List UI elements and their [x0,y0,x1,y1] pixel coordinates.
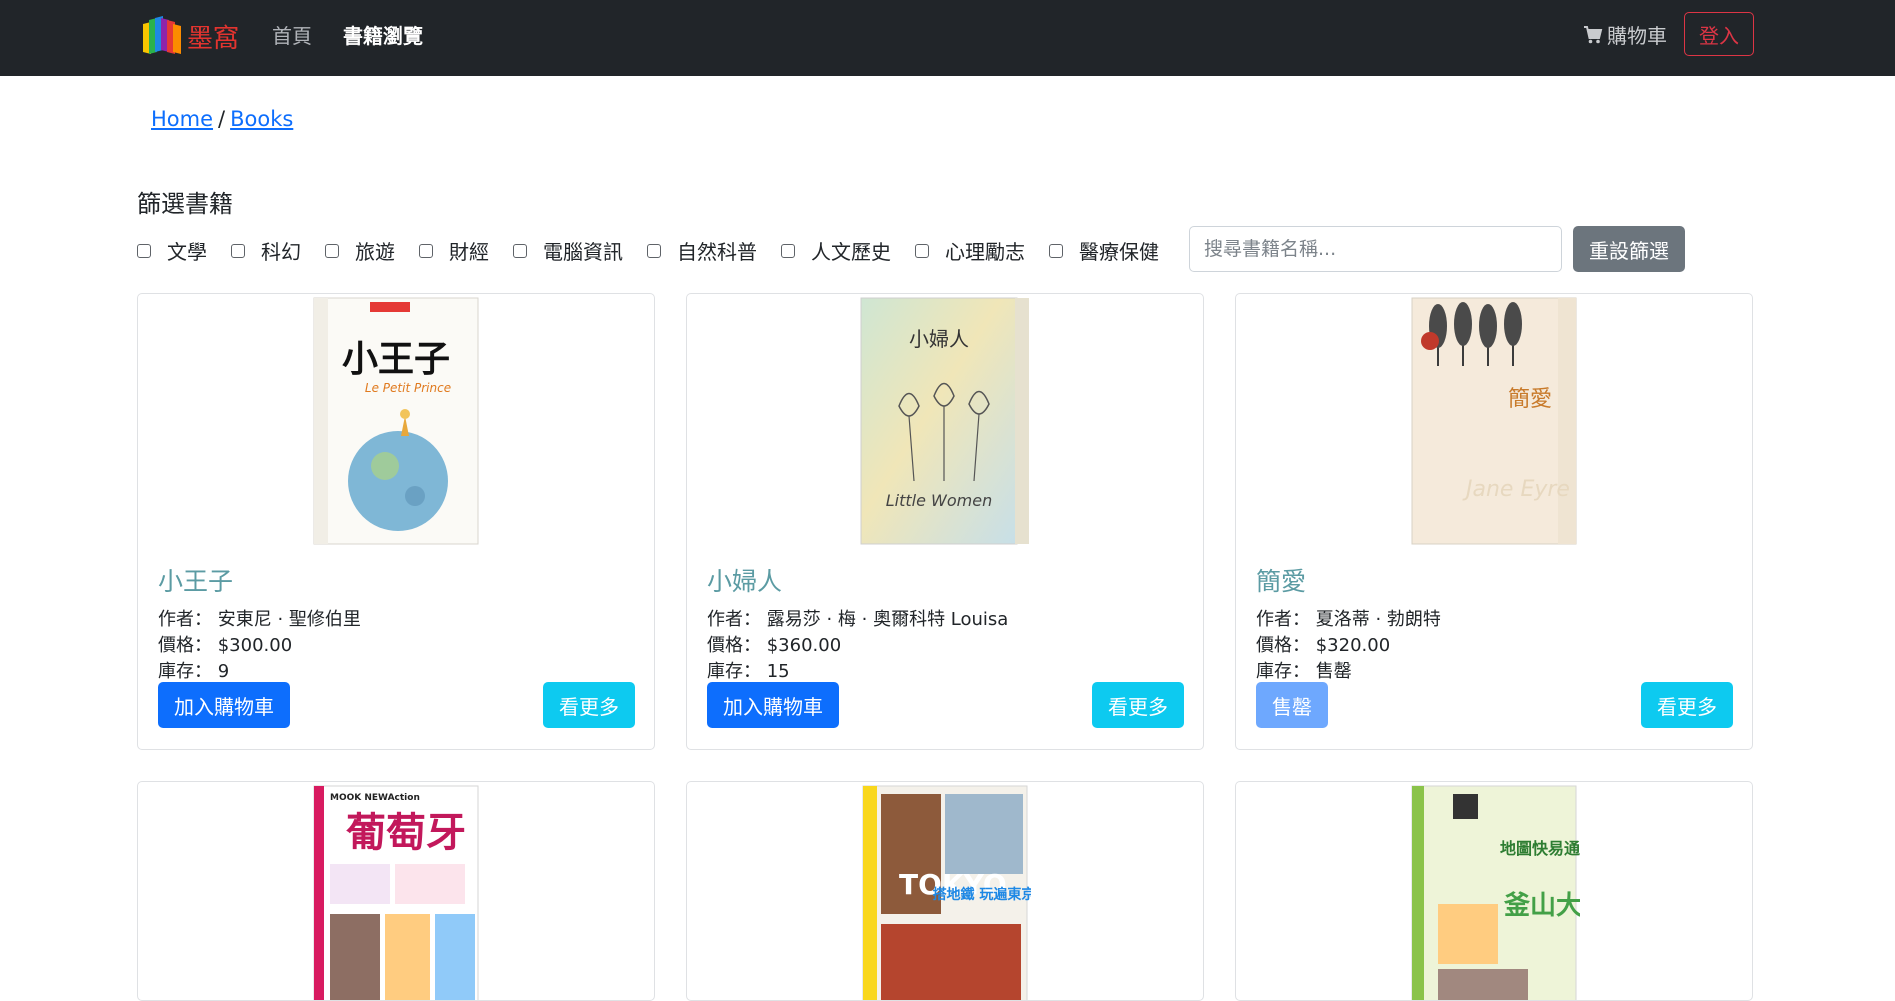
book-cover-image[interactable]: 簡愛 Jane Eyre [1408,296,1580,546]
cover-title: 小王子 [342,339,450,380]
book-card: 簡愛 Jane Eyre 簡愛 作者： 夏洛蒂 · 勃朗特 價格： $320.0… [1235,293,1753,750]
checkbox[interactable] [325,243,339,258]
cover-subtitle: Le Petit Prince [365,381,451,395]
cover-title: 簡愛 [1508,387,1552,412]
cart-link[interactable]: 購物車 [1583,20,1667,49]
category-filters: 文學 科幻 旅遊 財經 電腦資訊 自然科普 人文歷史 心理勵志 醫療保健 [137,236,1183,265]
cover-subtitle: Little Women [886,491,992,510]
filter-label: 財經 [449,240,489,264]
book-stock: 庫存： 售罄 [1256,661,1352,682]
book-title[interactable]: 簡愛 [1256,562,1306,598]
more-button[interactable]: 看更多 [1092,682,1184,728]
add-to-cart-button[interactable]: 加入購物車 [707,682,839,728]
breadcrumb-separator: / [218,107,226,131]
book-card: 地圖快易通 釜山大邱 [1235,781,1753,1001]
filter-science[interactable]: 自然科普 [647,236,757,265]
book-author: 作者： 夏洛蒂 · 勃朗特 [1256,609,1441,630]
nav-link-books[interactable]: 書籍瀏覽 [343,20,423,49]
checkbox[interactable] [419,243,433,258]
login-button[interactable]: 登入 [1684,12,1754,56]
book-author: 作者： 安東尼 · 聖修伯里 [158,609,361,630]
filter-label: 旅遊 [355,240,395,264]
filter-psychology[interactable]: 心理勵志 [915,236,1025,265]
brand[interactable]: 墨窩 [139,14,239,58]
filter-health[interactable]: 醫療保健 [1049,236,1159,265]
cover-subtitle: 釜山大邱 [1503,890,1580,921]
book-cover-image[interactable]: 小王子 Le Petit Prince [310,296,482,546]
book-price: 價格： $320.00 [1256,635,1391,656]
breadcrumb: Home / Books [151,107,293,131]
filter-label: 科幻 [261,240,301,264]
cover-subtitle: Jane Eyre [1462,477,1570,502]
cover-title: 葡萄牙 [346,810,466,856]
cover-subtitle: 搭地鐵 玩遍東京 [933,886,1031,903]
more-button[interactable]: 看更多 [1641,682,1733,728]
book-card: TOKYO 搭地鐵 玩遍東京 [686,781,1204,1001]
filter-label: 電腦資訊 [543,240,623,264]
filter-scifi[interactable]: 科幻 [231,236,301,265]
search-input[interactable] [1189,226,1562,272]
checkbox[interactable] [781,243,795,258]
book-card: 小婦人 Little Women 小婦人 作者： 露易莎 · 梅 · 奧爾科特 … [686,293,1204,750]
filter-finance[interactable]: 財經 [419,236,489,265]
book-cover-image[interactable]: 小婦人 Little Women [859,296,1031,546]
book-cover-image[interactable]: TOKYO 搭地鐵 玩遍東京 [859,784,1031,1001]
filter-travel[interactable]: 旅遊 [325,236,395,265]
cart-icon [1584,25,1603,43]
book-card: MOOK NEWAction 葡萄牙 [137,781,655,1001]
breadcrumb-home-link[interactable]: Home [151,107,213,131]
filter-label: 心理勵志 [945,240,1025,264]
book-title[interactable]: 小王子 [158,562,233,598]
book-cover-image[interactable]: 地圖快易通 釜山大邱 [1408,784,1580,1001]
brand-name: 墨窩 [187,23,240,54]
filter-label: 醫療保健 [1079,240,1159,264]
top-navbar: 墨窩 首頁 書籍瀏覽 購物車 登入 [0,0,1895,76]
book-cover-image[interactable]: MOOK NEWAction 葡萄牙 [310,784,482,1001]
filter-computer[interactable]: 電腦資訊 [513,236,623,265]
cover-brand: MOOK NEWAction [330,793,420,803]
add-to-cart-button[interactable]: 加入購物車 [158,682,290,728]
book-stock: 庫存： 15 [707,661,790,682]
book-stock: 庫存： 9 [158,661,230,682]
book-card: 小王子 Le Petit Prince 小王子 作者： 安東尼 · 聖修伯里 價… [137,293,655,750]
checkbox[interactable] [915,243,929,258]
filter-label: 自然科普 [677,240,757,264]
cart-label: 購物車 [1607,24,1667,48]
book-title[interactable]: 小婦人 [707,562,782,598]
filter-history[interactable]: 人文歷史 [781,236,891,265]
book-price: 價格： $300.00 [158,635,293,656]
checkbox[interactable] [513,243,527,258]
book-logo-icon [143,16,181,54]
checkbox[interactable] [1049,243,1063,258]
book-price: 價格： $360.00 [707,635,842,656]
breadcrumb-books-link[interactable]: Books [230,107,293,131]
filter-label: 人文歷史 [811,240,891,264]
cover-title: 地圖快易通 [1500,839,1580,858]
checkbox[interactable] [137,243,151,258]
more-button[interactable]: 看更多 [543,682,635,728]
book-author: 作者： 露易莎 · 梅 · 奧爾科特 Louisa [707,609,1009,630]
checkbox[interactable] [231,243,245,258]
sold-out-button: 售罄 [1256,682,1328,728]
reset-filters-button[interactable]: 重設篩選 [1573,226,1685,272]
checkbox[interactable] [647,243,661,258]
nav-link-home[interactable]: 首頁 [272,20,312,49]
filter-literature[interactable]: 文學 [137,236,207,265]
cover-title: 小婦人 [909,327,969,351]
filter-heading: 篩選書籍 [137,190,233,218]
filter-label: 文學 [167,240,207,264]
